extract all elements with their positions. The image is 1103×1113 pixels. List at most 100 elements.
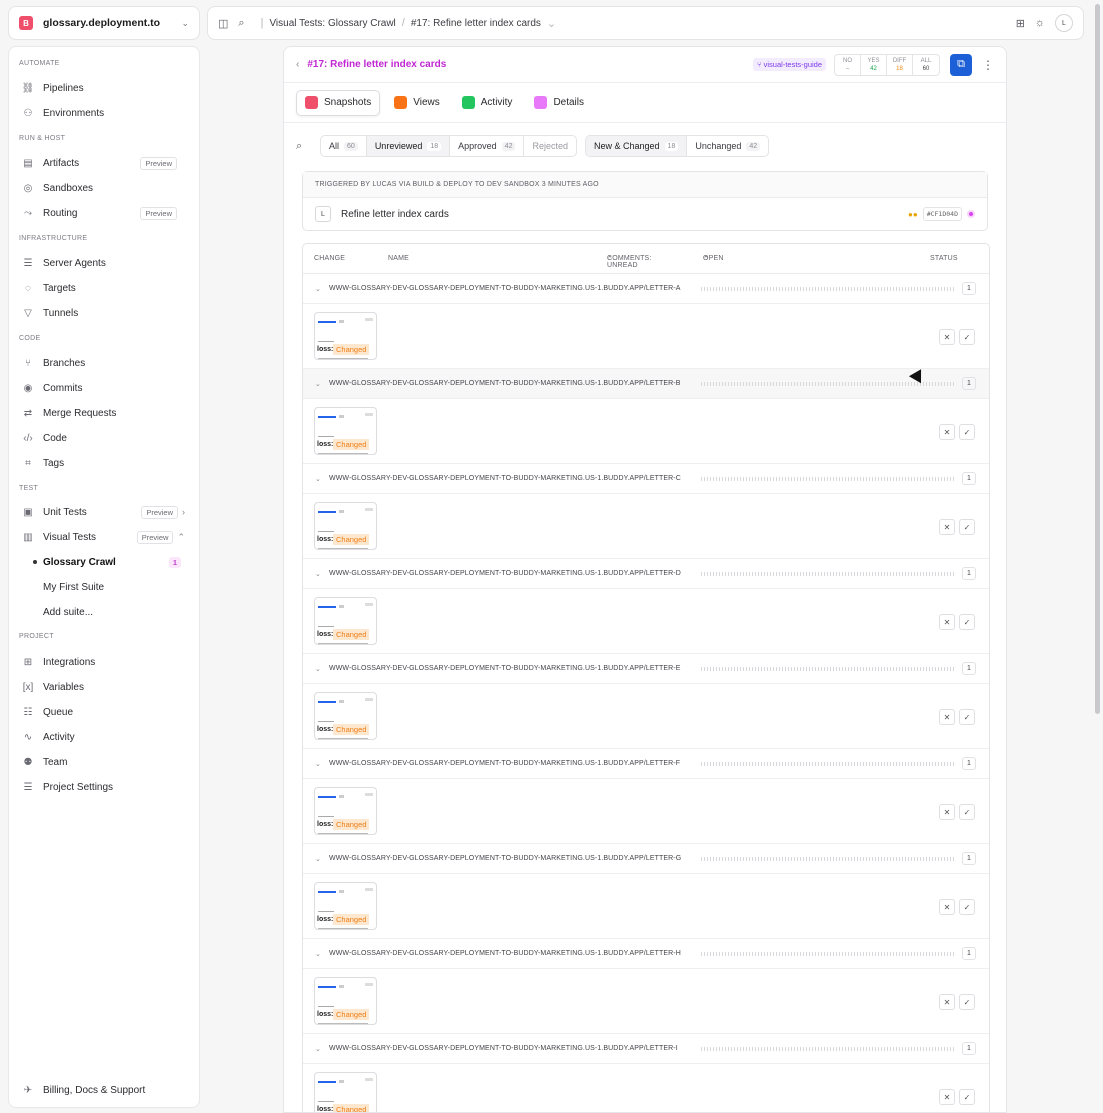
org-switcher[interactable]: B glossary.deployment.to ⌄ [8,6,200,40]
snapshot-thumbnail[interactable]: loss: Changed [314,312,377,360]
snapshot-thumbnail[interactable]: loss: Changed [314,407,377,455]
tab-details[interactable]: Details [526,90,592,116]
add-icon[interactable]: ⊞ [1016,17,1025,30]
breadcrumb-run[interactable]: #17: Refine letter index cards [411,18,541,29]
chevron-down-icon[interactable]: ⌄ [315,285,321,293]
suite-glossary-crawl[interactable]: Glossary Crawl 1 [23,551,195,573]
branch-badge[interactable]: ⑂ visual-tests-guide [753,58,826,71]
col-open[interactable]: OPEN ⌃ [703,255,723,263]
chevron-down-icon[interactable]: ⌄ [315,380,321,388]
approve-button[interactable]: ✓ [959,899,975,915]
table-row[interactable]: ⌄ WWW-GLOSSARY-DEV-GLOSSARY-DEPLOYMENT-TO… [303,654,989,684]
reject-button[interactable]: ✕ [939,709,955,725]
reject-button[interactable]: ✕ [939,899,955,915]
chevron-down-icon[interactable]: ⌄ [315,665,321,673]
sidebar-item-queue[interactable]: ☷ Queue [9,701,197,723]
col-change[interactable]: CHANGE [314,255,345,262]
table-row[interactable]: ⌄ WWW-GLOSSARY-DEV-GLOSSARY-DEPLOYMENT-TO… [303,559,989,589]
sidebar-item-merge-requests[interactable]: ⇄ Merge Requests [9,402,197,424]
col-status[interactable]: STATUS [930,255,958,262]
sidebar-item-variables[interactable]: [x] Variables [9,676,197,698]
chevron-down-icon[interactable]: ⌄ [315,760,321,768]
filter-unreviewed[interactable]: Unreviewed 18 [366,136,451,156]
filter-unchanged[interactable]: Unchanged 42 [687,136,768,156]
reject-button[interactable]: ✕ [939,329,955,345]
tab-views[interactable]: Views [386,90,448,116]
reject-button[interactable]: ✕ [939,994,955,1010]
reject-button[interactable]: ✕ [939,1089,955,1105]
chevron-down-icon[interactable]: ⌄ [315,570,321,578]
sidebar-item-code[interactable]: ‹/› Code [9,427,197,449]
sidebar-item-team[interactable]: ⚉ Team [9,751,197,773]
more-options-icon[interactable]: ⋮ [982,58,994,72]
suite-my-first-suite[interactable]: My First Suite [23,576,195,598]
reject-button[interactable]: ✕ [939,519,955,535]
breadcrumb-suite[interactable]: Visual Tests: Glossary Crawl [269,18,395,29]
sidebar-item-visual-tests[interactable]: ▥ Visual Tests Preview ⌃ [9,526,197,548]
table-row[interactable]: ⌄ WWW-GLOSSARY-DEV-GLOSSARY-DEPLOYMENT-TO… [303,369,989,399]
reject-button[interactable]: ✕ [939,614,955,630]
filter-all[interactable]: All 60 [321,136,367,156]
snapshot-thumbnail[interactable]: loss: Changed [314,977,377,1025]
chevron-down-icon[interactable]: ⌄ [315,855,321,863]
approve-button[interactable]: ✓ [959,1089,975,1105]
snapshot-thumbnail[interactable]: loss: Changed [314,692,377,740]
sidebar-item-environments[interactable]: ⚇ Environments [9,102,197,124]
sidebar-item-server-agents[interactable]: ☰ Server Agents [9,252,197,274]
table-row[interactable]: ⌄ WWW-GLOSSARY-DEV-GLOSSARY-DEPLOYMENT-TO… [303,844,989,874]
sidebar-item-unit-tests[interactable]: ▣ Unit Tests Preview › [9,501,197,523]
sidebar-item-routing[interactable]: ⤳ Routing Preview [9,202,197,224]
chevron-down-icon[interactable]: ⌄ [315,475,321,483]
review-button[interactable]: ⧉ [950,53,972,76]
sidebar-item-sandboxes[interactable]: ◎ Sandboxes [9,177,197,199]
snapshot-thumbnail[interactable]: loss: Changed [314,882,377,930]
snapshot-thumbnail[interactable]: loss: Changed [314,787,377,835]
approve-button[interactable]: ✓ [959,519,975,535]
sidebar-toggle-icon[interactable]: ◫ [218,17,228,30]
sidebar-item-branches[interactable]: ⑂ Branches [9,352,197,374]
sidebar-item-project-settings[interactable]: ☰ Project Settings [9,776,197,798]
sidebar-item-pipelines[interactable]: ⛓ Pipelines [9,77,197,99]
approve-button[interactable]: ✓ [959,614,975,630]
tab-activity[interactable]: Activity [454,90,521,116]
sidebar-item-integrations[interactable]: ⊞ Integrations [9,651,197,673]
table-row[interactable]: ⌄ WWW-GLOSSARY-DEV-GLOSSARY-DEPLOYMENT-TO… [303,464,989,494]
commit-row[interactable]: L Refine letter index cards ●● #CF1D04D [303,198,987,230]
bulb-icon[interactable]: ☼ [1035,17,1045,29]
sidebar-item-tags[interactable]: ⌗ Tags [9,452,197,474]
snapshot-thumbnail[interactable]: loss: Changed [314,1072,377,1112]
approve-button[interactable]: ✓ [959,994,975,1010]
sidebar-item-tunnels[interactable]: ▽ Tunnels [9,302,197,324]
user-avatar[interactable]: L [1055,14,1073,32]
chevron-down-icon[interactable]: ⌄ [315,1045,321,1053]
filter-new-changed[interactable]: New & Changed 18 [586,136,688,156]
commit-sha[interactable]: #CF1D04D [922,207,962,221]
snapshot-thumbnail[interactable]: loss: Changed [314,597,377,645]
search-icon[interactable]: ⌕ [296,140,316,153]
add-suite-link[interactable]: Add suite... [23,601,195,623]
chevron-down-icon[interactable]: ⌄ [315,950,321,958]
table-row[interactable]: ⌄ WWW-GLOSSARY-DEV-GLOSSARY-DEPLOYMENT-TO… [303,274,989,304]
sidebar-item-commits[interactable]: ◉ Commits [9,377,197,399]
table-row[interactable]: ⌄ WWW-GLOSSARY-DEV-GLOSSARY-DEPLOYMENT-TO… [303,939,989,969]
table-row[interactable]: ⌄ WWW-GLOSSARY-DEV-GLOSSARY-DEPLOYMENT-TO… [303,749,989,779]
col-name[interactable]: NAME [388,255,409,262]
sidebar-item-targets[interactable]: ◌ Targets [9,277,197,299]
approve-button[interactable]: ✓ [959,709,975,725]
approve-button[interactable]: ✓ [959,424,975,440]
page-scrollbar[interactable] [1095,4,1100,714]
filter-rejected[interactable]: Rejected [524,136,576,156]
reject-button[interactable]: ✕ [939,804,955,820]
table-row[interactable]: ⌄ WWW-GLOSSARY-DEV-GLOSSARY-DEPLOYMENT-TO… [303,1034,989,1064]
approve-button[interactable]: ✓ [959,804,975,820]
snapshot-thumbnail[interactable]: loss: Changed [314,502,377,550]
tab-snapshots[interactable]: Snapshots [296,89,381,116]
search-icon[interactable]: ⌕ [238,17,244,30]
chevron-down-icon[interactable]: ⌄ [547,17,556,30]
sidebar-item-activity[interactable]: ∿ Activity [9,726,197,748]
filter-approved[interactable]: Approved 42 [450,136,525,156]
sidebar-item-artifacts[interactable]: ▤ Artifacts Preview [9,152,197,174]
sidebar-item-billing[interactable]: ✈ Billing, Docs & Support [9,1079,197,1101]
approve-button[interactable]: ✓ [959,329,975,345]
reject-button[interactable]: ✕ [939,424,955,440]
